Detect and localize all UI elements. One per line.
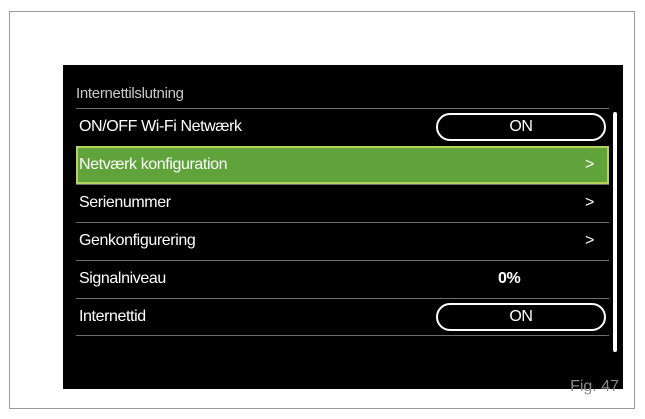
page-title: Internettilslutning bbox=[76, 85, 184, 102]
menu-item-reconfiguration[interactable]: Genkonfigurering > bbox=[76, 222, 609, 260]
menu-item-internet-time[interactable]: Internettid ON bbox=[76, 298, 609, 336]
menu-item-label: Serienummer bbox=[79, 194, 171, 211]
menu-item-label: Signalniveau bbox=[79, 270, 166, 287]
signal-level-value: 0% bbox=[498, 270, 521, 287]
wifi-toggle[interactable]: ON bbox=[436, 113, 606, 141]
menu-item-label: Genkonfigurering bbox=[79, 232, 196, 249]
figure-caption: Fig. 47 bbox=[570, 378, 619, 395]
menu-item-signal-level: Signalniveau 0% bbox=[76, 260, 609, 298]
device-screen: Internettilslutning ON/OFF Wi-Fi Netwærk… bbox=[63, 65, 623, 389]
menu-item-wifi[interactable]: ON/OFF Wi-Fi Netwærk ON bbox=[76, 108, 609, 146]
internet-time-toggle[interactable]: ON bbox=[436, 303, 606, 331]
menu-item-serial-number[interactable]: Serienummer > bbox=[76, 184, 609, 222]
settings-list: ON/OFF Wi-Fi Netwærk ON Netværk konfigur… bbox=[76, 108, 609, 336]
chevron-right-icon: > bbox=[585, 194, 594, 211]
menu-item-label: Netværk konfiguration bbox=[79, 156, 228, 173]
menu-item-label: ON/OFF Wi-Fi Netwærk bbox=[79, 118, 242, 135]
chevron-right-icon: > bbox=[585, 156, 594, 173]
scrollbar[interactable] bbox=[613, 112, 617, 352]
menu-item-network-config[interactable]: Netværk konfiguration > bbox=[76, 146, 609, 184]
chevron-right-icon: > bbox=[585, 232, 594, 249]
menu-item-label: Internettid bbox=[79, 308, 146, 325]
figure-frame: Internettilslutning ON/OFF Wi-Fi Netwærk… bbox=[9, 11, 635, 409]
